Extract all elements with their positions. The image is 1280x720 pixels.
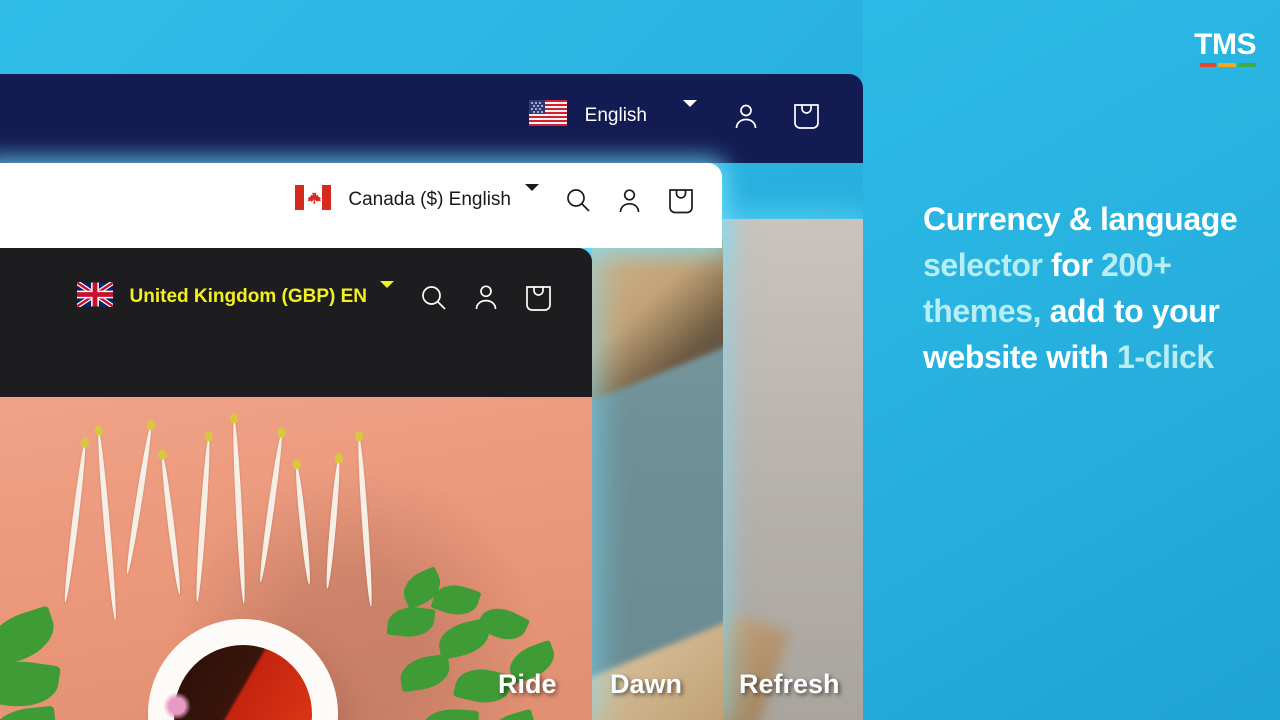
cart-icon[interactable] [668,186,694,214]
headline-part-5: 1-click [1116,339,1214,375]
language-selector-label-dawn[interactable]: Canada ($) English [348,189,511,211]
search-icon[interactable] [420,284,447,311]
logo-color-bar [1200,63,1256,67]
theme-header-refresh: English [0,74,863,163]
theme-header-dawn: Canada ($) English [0,163,722,248]
chevron-down-icon[interactable] [380,281,394,306]
canada-flag-icon [295,185,332,215]
chevron-down-icon[interactable] [525,184,539,209]
promo-panel: TMS Currency & language selector for 200… [863,0,1280,720]
account-icon[interactable] [473,283,499,311]
language-selector-label-refresh[interactable]: English [585,105,647,127]
language-selector-label-ride[interactable]: United Kingdom (GBP) EN [130,286,367,308]
page-title: Currency & language selector for 200+ th… [923,196,1253,380]
cart-icon[interactable] [793,101,820,130]
mint-herb [0,605,106,720]
theme-header-ride: United Kingdom (GBP) EN [0,248,592,352]
chevron-down-icon[interactable] [683,99,697,125]
dawn-photo-wood-top [592,238,723,401]
account-icon[interactable] [733,102,759,130]
theme-name-dawn: Dawn [610,669,683,699]
headline-part-1: selector [923,247,1043,283]
headline-part-0: Currency & language [923,201,1238,237]
sauce-bowl [148,619,338,720]
dawn-photo-wood-bottom [592,602,723,720]
theme-name-refresh: Refresh [739,669,840,699]
cart-icon[interactable] [525,283,552,312]
logo-wordmark: TMS [1194,28,1256,61]
refresh-photo-accent [722,613,790,720]
usa-flag-icon [528,100,567,131]
tms-logo: TMS [1194,30,1256,67]
theme-name-ride: Ride [498,669,557,699]
theme-preview-dawn[interactable]: Dawn [592,238,723,720]
uk-flag-icon [75,280,114,312]
headline-part-2: for [1042,247,1101,283]
account-icon[interactable] [617,187,642,214]
theme-preview-refresh[interactable]: Refresh [722,219,863,720]
search-icon[interactable] [565,187,591,213]
promo-screenshot: Refresh Dawn Ride English Canada ($) Eng… [0,0,1280,720]
